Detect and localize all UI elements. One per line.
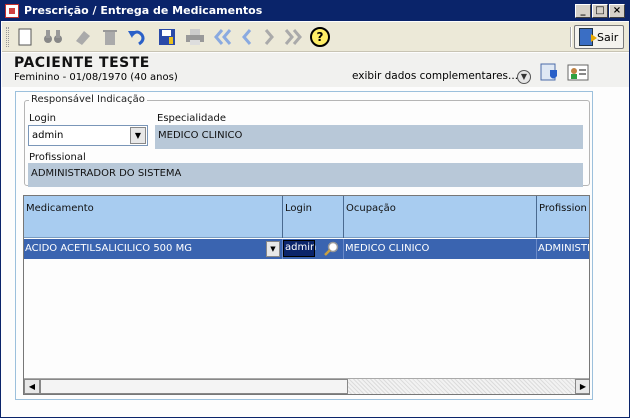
delete-button[interactable]: [99, 26, 121, 48]
extra-data-link[interactable]: exibir dados complementares...: [352, 70, 518, 82]
edit-button[interactable]: [72, 26, 94, 48]
responsavel-legend: Responsável Indicação: [29, 94, 147, 105]
last-record-button[interactable]: [282, 26, 304, 48]
printer-icon: [186, 29, 204, 45]
main-window: Prescrição / Entrega de Medicamentos _ □…: [0, 0, 630, 418]
maximize-button[interactable]: □: [592, 4, 608, 18]
toolbar: ? Sair: [2, 22, 629, 52]
toolbar-grip: [6, 27, 9, 47]
chevron-right-icon: [264, 29, 274, 45]
login-label: Login: [29, 113, 56, 124]
new-document-icon: [18, 28, 32, 46]
expand-circle-icon[interactable]: ▼: [517, 70, 531, 84]
help-icon: ?: [310, 27, 330, 47]
title-bar[interactable]: Prescrição / Entrega de Medicamentos _ □…: [1, 1, 629, 21]
medication-grid: Medicamento Login Ocupação Profission AC…: [23, 195, 590, 395]
cell-login[interactable]: admin: [283, 239, 344, 259]
login-combo-value: admin: [32, 130, 64, 141]
cell-medicamento[interactable]: ACIDO ACETILSALICILICO 500 MG: [24, 239, 283, 259]
cell-profissional[interactable]: ADMINISTR: [537, 239, 589, 259]
login-edit-input[interactable]: admin: [283, 240, 316, 257]
save-icon: [159, 29, 175, 45]
first-record-button[interactable]: [212, 26, 234, 48]
double-chevron-right-icon: [284, 29, 302, 45]
column-medicamento[interactable]: Medicamento: [24, 196, 283, 238]
column-ocupacao[interactable]: Ocupação: [344, 196, 537, 238]
save-button[interactable]: [156, 26, 178, 48]
scroll-right-icon[interactable]: ▶: [575, 379, 589, 394]
patient-info: Feminino - 01/08/1970 (40 anos): [14, 72, 178, 83]
column-profissional[interactable]: Profission: [537, 196, 589, 238]
profissional-label: Profissional: [29, 152, 86, 163]
login-combo[interactable]: admin ▼: [28, 125, 148, 146]
patient-header: PACIENTE TESTE Feminino - 01/08/1970 (40…: [2, 53, 629, 87]
app-icon: [5, 4, 19, 18]
search-button[interactable]: [42, 26, 64, 48]
window-title: Prescrição / Entrega de Medicamentos: [24, 4, 263, 17]
print-button[interactable]: [184, 26, 206, 48]
chevron-down-icon[interactable]: ▼: [130, 127, 146, 144]
especialidade-label: Especialidade: [157, 113, 226, 124]
double-chevron-left-icon: [214, 29, 232, 45]
patient-card-icon[interactable]: [567, 61, 589, 83]
eraser-icon: [76, 31, 90, 45]
minimize-button[interactable]: _: [575, 4, 591, 18]
new-button[interactable]: [14, 26, 36, 48]
exit-button[interactable]: Sair: [574, 25, 624, 49]
shield-user-icon[interactable]: [539, 61, 561, 83]
especialidade-field: MEDICO CLINICO: [155, 125, 583, 149]
undo-button[interactable]: [126, 26, 148, 48]
close-button[interactable]: ×: [609, 4, 625, 18]
help-button[interactable]: ?: [309, 26, 331, 48]
toolbar-separator: [570, 27, 572, 47]
scroll-thumb[interactable]: [40, 379, 348, 394]
grid-header: Medicamento Login Ocupação Profission: [24, 196, 589, 238]
responsavel-fieldset: Responsável Indicação Login admin ▼ Espe…: [24, 94, 590, 187]
medicamento-value: ACIDO ACETILSALICILICO 500 MG: [25, 243, 192, 254]
chevron-left-icon: [242, 29, 252, 45]
undo-icon: [128, 30, 145, 46]
cell-ocupacao[interactable]: MEDICO CLINICO: [344, 239, 537, 259]
horizontal-scrollbar[interactable]: ◀ ▶: [24, 378, 589, 394]
exit-button-label: Sair: [597, 30, 619, 44]
column-login[interactable]: Login: [283, 196, 344, 238]
main-panel: Responsável Indicação Login admin ▼ Espe…: [15, 91, 593, 400]
previous-record-button[interactable]: [236, 26, 258, 48]
exit-door-icon: [579, 28, 597, 46]
chevron-down-icon[interactable]: ▼: [266, 241, 280, 257]
patient-name: PACIENTE TESTE: [14, 55, 150, 71]
table-row[interactable]: ACIDO ACETILSALICILICO 500 MG ▼ admin ME…: [24, 239, 589, 259]
profissional-field: ADMINISTRADOR DO SISTEMA: [28, 163, 583, 187]
binoculars-icon: [44, 30, 62, 43]
search-icon[interactable]: [323, 241, 339, 257]
next-record-button[interactable]: [258, 26, 280, 48]
trash-icon: [103, 30, 117, 45]
scroll-left-icon[interactable]: ◀: [24, 379, 40, 394]
